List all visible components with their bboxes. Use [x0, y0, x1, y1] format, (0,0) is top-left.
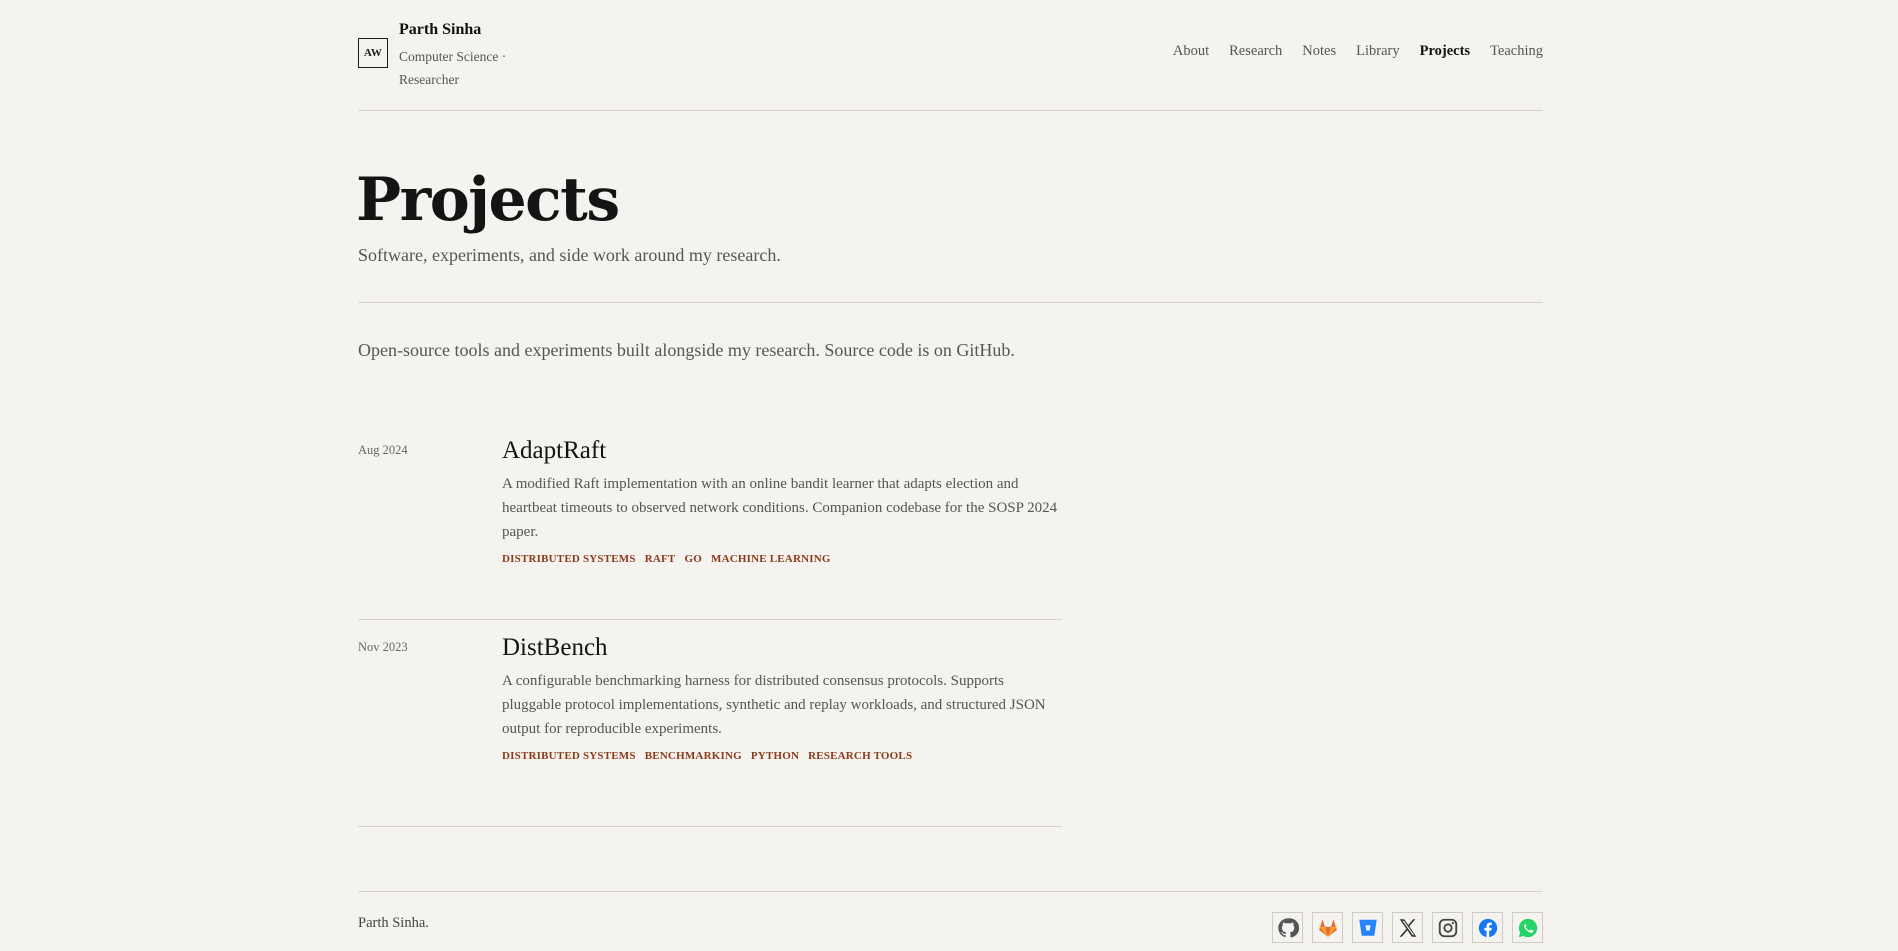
site-header: AW Parth Sinha Computer Science · Resear…: [358, 0, 1543, 111]
site-tagline: Computer Science · Researcher: [399, 49, 507, 87]
tag[interactable]: Research Tools: [808, 750, 912, 762]
project-title[interactable]: AdaptRaft: [502, 437, 1062, 465]
nav-teaching[interactable]: Teaching: [1490, 43, 1543, 60]
page-subtitle: Software, experiments, and side work aro…: [358, 245, 781, 265]
project-description: A modified Raft implementation with an o…: [502, 476, 1058, 540]
tag[interactable]: Raft: [645, 553, 676, 565]
instagram-icon[interactable]: [1432, 912, 1463, 943]
gitlab-icon[interactable]: [1312, 912, 1343, 943]
site-logo[interactable]: AW: [358, 38, 388, 68]
project-date: Nov 2023: [358, 640, 408, 654]
project-description: A configurable benchmarking harness for …: [502, 673, 1046, 737]
github-icon[interactable]: [1272, 912, 1303, 943]
nav-notes[interactable]: Notes: [1302, 43, 1336, 60]
project-date: Aug 2024: [358, 443, 408, 457]
page-title: Projects: [356, 165, 620, 235]
tag[interactable]: Machine Learning: [711, 553, 831, 565]
project-tags: Distributed Systems Raft Go Machine Lear…: [502, 553, 1062, 565]
project-list: Aug 2024 AdaptRaft A modified Raft imple…: [358, 423, 1062, 827]
nav-research[interactable]: Research: [1229, 43, 1282, 60]
project-item: Aug 2024 AdaptRaft A modified Raft imple…: [358, 423, 1062, 620]
intro-text: Open-source tools and experiments built …: [358, 340, 1015, 360]
page-hero: Projects Software, experiments, and side…: [356, 111, 1543, 303]
tag[interactable]: Distributed Systems: [502, 553, 636, 565]
x-icon[interactable]: [1392, 912, 1423, 943]
project-item: Nov 2023 DistBench A configurable benchm…: [358, 620, 1062, 827]
project-tags: Distributed Systems Benchmarking Python …: [502, 750, 1062, 762]
site-footer: Parth Sinha.: [358, 891, 1543, 951]
whatsapp-icon[interactable]: [1512, 912, 1543, 943]
tag[interactable]: Go: [684, 553, 702, 565]
nav-library[interactable]: Library: [1356, 43, 1399, 60]
tag[interactable]: Benchmarking: [645, 750, 742, 762]
site-name[interactable]: Parth Sinha: [399, 21, 481, 39]
tag[interactable]: Python: [751, 750, 799, 762]
nav-projects[interactable]: Projects: [1420, 43, 1470, 60]
main-nav: About Research Notes Library Projects Te…: [1173, 43, 1543, 60]
footer-copyright: Parth Sinha.: [358, 915, 429, 931]
social-links: [1272, 912, 1543, 943]
tag[interactable]: Distributed Systems: [502, 750, 636, 762]
project-title[interactable]: DistBench: [502, 634, 1062, 662]
nav-about[interactable]: About: [1173, 43, 1209, 60]
facebook-icon[interactable]: [1472, 912, 1503, 943]
page: AW Parth Sinha Computer Science · Resear…: [356, 0, 1543, 943]
bitbucket-icon[interactable]: [1352, 912, 1383, 943]
